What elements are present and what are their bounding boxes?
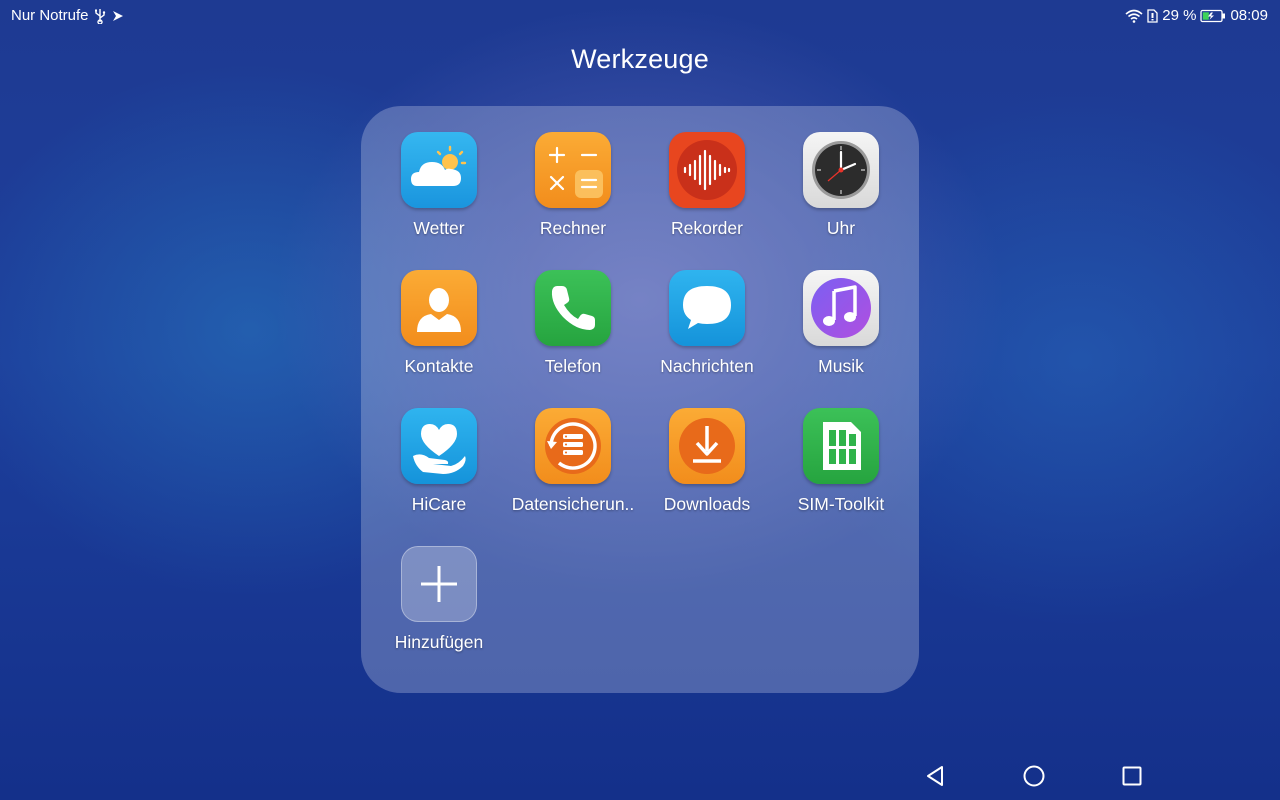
- weather-icon: [401, 132, 477, 208]
- download-icon: [669, 408, 745, 484]
- app-label: Telefon: [544, 356, 602, 376]
- app-datensicherung[interactable]: Datensicherun..: [506, 408, 640, 536]
- clock-time: 08:09: [1230, 7, 1268, 24]
- add-app-button[interactable]: Hinzufügen: [372, 546, 506, 674]
- backup-icon: [535, 408, 611, 484]
- folder-panel: Wetter Rechner Rekorder Uhr Kontakte Tel…: [361, 106, 919, 693]
- app-label: Rekorder: [671, 218, 743, 238]
- app-kontakte[interactable]: Kontakte: [372, 270, 506, 398]
- app-rechner[interactable]: Rechner: [506, 132, 640, 260]
- app-rekorder[interactable]: Rekorder: [640, 132, 774, 260]
- app-label: Wetter: [413, 218, 465, 238]
- app-label: Datensicherun..: [511, 494, 635, 514]
- back-button[interactable]: [922, 762, 950, 790]
- battery-icon: [1200, 9, 1226, 23]
- clock-icon: [803, 132, 879, 208]
- usb-icon: [93, 8, 107, 24]
- sim-icon: [1147, 8, 1158, 23]
- add-icon: [401, 546, 477, 622]
- app-hicare[interactable]: HiCare: [372, 408, 506, 536]
- app-label: Downloads: [663, 494, 751, 514]
- hicare-icon: [401, 408, 477, 484]
- home-button[interactable]: [1020, 762, 1048, 790]
- messages-icon: [669, 270, 745, 346]
- battery-percent: 29 %: [1162, 7, 1197, 24]
- navigation-bar: [0, 750, 1280, 800]
- app-musik[interactable]: Musik: [774, 270, 908, 398]
- music-icon: [803, 270, 879, 346]
- recorder-icon: [669, 132, 745, 208]
- folder-title[interactable]: Werkzeuge: [0, 44, 1280, 75]
- app-label: HiCare: [411, 494, 467, 514]
- back-icon: [927, 766, 943, 786]
- app-label: Nachrichten: [660, 356, 754, 376]
- status-right: 29 % 08:09: [1125, 7, 1268, 24]
- app-sim-toolkit[interactable]: SIM-Toolkit: [774, 408, 908, 536]
- app-uhr[interactable]: Uhr: [774, 132, 908, 260]
- app-label: Uhr: [826, 218, 856, 238]
- app-nachrichten[interactable]: Nachrichten: [640, 270, 774, 398]
- app-label: Hinzufügen: [394, 632, 484, 652]
- app-label: Kontakte: [404, 356, 474, 376]
- app-label: Musik: [818, 356, 864, 376]
- recents-icon: [1122, 766, 1142, 786]
- status-bar: Nur Notrufe 29 % 08:09: [0, 0, 1280, 32]
- app-wetter[interactable]: Wetter: [372, 132, 506, 260]
- notification-icon: [111, 9, 125, 23]
- app-telefon[interactable]: Telefon: [506, 270, 640, 398]
- contacts-icon: [401, 270, 477, 346]
- home-icon: [1023, 765, 1045, 787]
- recents-button[interactable]: [1118, 762, 1146, 790]
- sim-toolkit-icon: [803, 408, 879, 484]
- phone-icon: [535, 270, 611, 346]
- carrier-text: Nur Notrufe: [11, 7, 89, 24]
- app-label: Rechner: [539, 218, 607, 238]
- wifi-icon: [1125, 9, 1143, 23]
- calculator-icon: [535, 132, 611, 208]
- app-downloads[interactable]: Downloads: [640, 408, 774, 536]
- status-left: Nur Notrufe: [11, 7, 125, 24]
- app-label: SIM-Toolkit: [797, 494, 885, 514]
